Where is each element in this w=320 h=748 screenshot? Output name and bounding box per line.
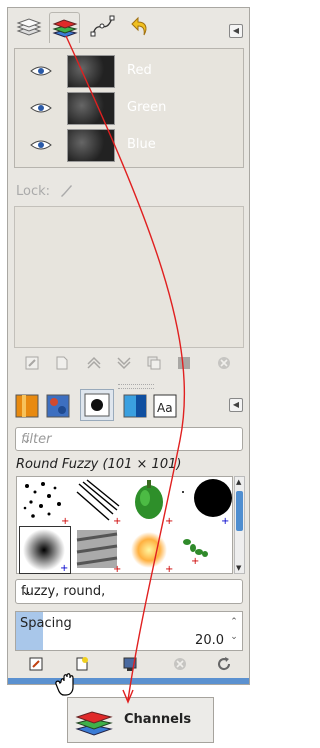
- visibility-eye-icon[interactable]: [30, 102, 52, 114]
- brush-tags-combo[interactable]: fuzzy, round, ⌄: [15, 579, 243, 604]
- channel-row-green[interactable]: Green: [15, 90, 243, 126]
- brush-filter-combo[interactable]: filter ⌄: [15, 427, 243, 451]
- channel-name: Blue: [127, 137, 156, 152]
- brushes-tab[interactable]: [80, 389, 114, 421]
- tab-menu-button[interactable]: ◀: [229, 24, 243, 38]
- brush-cell-splatter[interactable]: +: [19, 478, 71, 527]
- visibility-eye-icon[interactable]: [30, 139, 52, 151]
- selected-brush-name: Round Fuzzy (101 × 101): [16, 457, 182, 472]
- undo-history-icon: [131, 16, 147, 36]
- svg-text:+: +: [113, 516, 121, 526]
- sparks-brush-icon: +: [131, 532, 173, 575]
- brush-grid: + + + + + + + +: [16, 476, 233, 575]
- edit-channel-icon[interactable]: [24, 355, 40, 371]
- dragged-tab-tooltip: Channels: [67, 697, 214, 743]
- scrollbar-thumb[interactable]: [236, 491, 243, 531]
- channel-name: Green: [127, 100, 167, 115]
- channel-thumbnail: [67, 129, 115, 162]
- chevron-down-icon: ⌄: [21, 432, 32, 447]
- tooltip-label: Channels: [124, 712, 192, 727]
- brush-cell-hatch[interactable]: +: [73, 478, 125, 527]
- spacing-label: Spacing: [20, 616, 72, 631]
- scroll-up-icon[interactable]: ▲: [236, 478, 241, 486]
- svg-text:+: +: [165, 564, 173, 574]
- layers-tab[interactable]: [14, 12, 45, 43]
- channel-name: Red: [127, 63, 152, 78]
- delete-channel-icon[interactable]: [216, 355, 232, 371]
- pepper-brush-icon: +: [135, 480, 173, 527]
- layers-icon: [16, 18, 42, 36]
- edit-brush-icon[interactable]: [28, 656, 44, 672]
- undo-history-tab[interactable]: [124, 12, 155, 43]
- channel-row-red[interactable]: Red: [15, 53, 243, 89]
- svg-text:+: +: [221, 516, 229, 526]
- channel-thumbnail: [67, 92, 115, 125]
- dock-tab-bar: ◀: [8, 8, 249, 48]
- svg-text:+: +: [165, 516, 173, 526]
- new-brush-icon[interactable]: [74, 656, 90, 672]
- spacing-value: 20.0: [195, 633, 224, 648]
- channel-row-blue[interactable]: Blue: [15, 127, 243, 163]
- dock-panel: ◀ Red Green Blue Lock: Aa ◀ filter ⌄ Rou…: [7, 7, 250, 685]
- brush-cell-hardness[interactable]: +: [177, 478, 233, 527]
- brushes-icon: [84, 393, 110, 417]
- new-channel-icon[interactable]: [54, 355, 70, 371]
- spin-arrows-icon[interactable]: ⌃ ⌄: [229, 615, 239, 645]
- paths-icon: [90, 15, 115, 37]
- channel-list-area: [14, 206, 244, 348]
- duplicate-channel-icon[interactable]: [146, 355, 162, 371]
- fonts-tab[interactable]: Aa: [152, 392, 178, 420]
- fonts-palette-tab[interactable]: [122, 392, 148, 420]
- svg-text:+: +: [60, 563, 68, 573]
- brush-cell-pepper[interactable]: +: [125, 478, 177, 527]
- pane-divider[interactable]: [118, 384, 154, 389]
- lock-label: Lock:: [16, 184, 51, 199]
- svg-text:+: +: [61, 516, 69, 526]
- brush-grid-scrollbar[interactable]: ▲ ▼: [234, 476, 245, 574]
- paths-tab[interactable]: [88, 12, 119, 43]
- fonts-icon: Aa: [153, 394, 177, 418]
- leaves-brush-icon: +: [183, 539, 208, 567]
- brushes-tab-menu-button[interactable]: ◀: [229, 398, 243, 412]
- channels-tab[interactable]: [49, 12, 80, 43]
- channels-icon: [75, 711, 113, 736]
- channel-to-selection-icon[interactable]: [176, 355, 192, 371]
- patterns-icon: [46, 394, 70, 418]
- svg-text:+: +: [113, 564, 121, 574]
- gradients-icon: [15, 394, 39, 418]
- palette-gradient-icon: [123, 394, 147, 418]
- channels-icon: [52, 19, 78, 38]
- brush-cell-texture[interactable]: +: [73, 526, 125, 575]
- brush-cell-sparks[interactable]: +: [125, 526, 177, 575]
- svg-text:Aa: Aa: [157, 401, 173, 415]
- drag-highlight-bar: [8, 678, 249, 684]
- duplicate-brush-icon[interactable]: [122, 656, 138, 672]
- patterns-tab[interactable]: [45, 392, 71, 420]
- brush-cell-round-fuzzy[interactable]: +: [19, 526, 71, 574]
- channel-thumbnail: [67, 55, 115, 88]
- scroll-down-icon[interactable]: ▼: [236, 564, 241, 572]
- grab-cursor-icon: [55, 673, 74, 696]
- splatter-brush-icon: +: [23, 482, 69, 527]
- svg-text:+: +: [191, 556, 199, 567]
- visibility-eye-icon[interactable]: [30, 65, 52, 77]
- channels-list: Red Green Blue: [14, 48, 244, 168]
- round-fuzzy-brush-icon: +: [23, 529, 68, 574]
- brush-cell-leaves[interactable]: +: [177, 526, 229, 574]
- delete-brush-icon[interactable]: [172, 656, 188, 672]
- lower-channel-icon[interactable]: [116, 355, 132, 371]
- raise-channel-icon[interactable]: [86, 355, 102, 371]
- refresh-brushes-icon[interactable]: [216, 656, 232, 672]
- texture-brush-icon: +: [76, 530, 121, 575]
- hard-round-brush-icon: +: [182, 479, 232, 527]
- spacing-slider[interactable]: Spacing 20.0 ⌃ ⌄: [15, 611, 243, 651]
- hatch-brush-icon: +: [76, 479, 121, 527]
- gradients-tab[interactable]: [14, 392, 40, 420]
- lock-pixels-brush-icon[interactable]: [58, 182, 74, 198]
- chevron-down-icon: ⌄: [21, 584, 32, 599]
